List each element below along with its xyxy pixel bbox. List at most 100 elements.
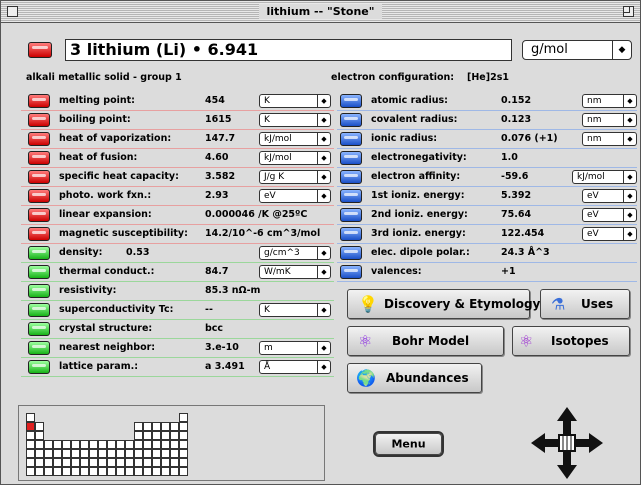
property-icon-3[interactable] bbox=[28, 151, 50, 165]
element-cell[interactable] bbox=[116, 440, 125, 449]
element-cell[interactable] bbox=[53, 467, 62, 476]
element-color-icon[interactable] bbox=[28, 42, 52, 58]
uses-button[interactable]: ⚗ Uses bbox=[540, 289, 630, 319]
element-cell[interactable] bbox=[89, 458, 98, 467]
element-cell[interactable] bbox=[98, 449, 107, 458]
property-icon-r6[interactable] bbox=[340, 208, 362, 222]
element-cell[interactable] bbox=[161, 458, 170, 467]
element-cell[interactable] bbox=[143, 449, 152, 458]
element-cell[interactable] bbox=[125, 449, 134, 458]
element-cell[interactable] bbox=[134, 467, 143, 476]
property-icon-2[interactable] bbox=[28, 132, 50, 146]
element-cell[interactable] bbox=[161, 422, 170, 431]
property-unit-select[interactable]: W/mK ◆ bbox=[259, 265, 331, 279]
element-cell[interactable] bbox=[125, 458, 134, 467]
element-cell[interactable] bbox=[170, 422, 179, 431]
property-icon-11[interactable] bbox=[28, 303, 50, 317]
element-cell[interactable] bbox=[89, 467, 98, 476]
element-cell[interactable] bbox=[161, 449, 170, 458]
property-icon-r9[interactable] bbox=[340, 265, 362, 279]
property-unit-select[interactable]: K ◆ bbox=[259, 94, 331, 108]
element-cell[interactable] bbox=[62, 449, 71, 458]
element-cell[interactable] bbox=[107, 458, 116, 467]
property-unit-select[interactable]: g/cm^3 ◆ bbox=[259, 246, 331, 260]
element-cell[interactable] bbox=[134, 431, 143, 440]
element-cell[interactable] bbox=[152, 467, 161, 476]
property-unit-select[interactable]: eV ◆ bbox=[582, 208, 637, 222]
element-cell[interactable] bbox=[134, 449, 143, 458]
property-icon-7[interactable] bbox=[28, 227, 50, 241]
property-unit-select[interactable]: eV ◆ bbox=[582, 189, 637, 203]
element-cell[interactable] bbox=[62, 440, 71, 449]
element-cell[interactable] bbox=[143, 440, 152, 449]
property-icon-r7[interactable] bbox=[340, 227, 362, 241]
element-cell[interactable] bbox=[161, 431, 170, 440]
isotopes-button[interactable]: ⚛ Isotopes bbox=[512, 326, 630, 356]
element-cell[interactable] bbox=[80, 449, 89, 458]
property-unit-select[interactable]: kJ/mol ◆ bbox=[572, 170, 637, 184]
property-icon-12[interactable] bbox=[28, 322, 50, 336]
element-cell[interactable] bbox=[134, 422, 143, 431]
element-cell[interactable] bbox=[161, 467, 170, 476]
element-cell[interactable] bbox=[170, 440, 179, 449]
element-cell[interactable] bbox=[35, 422, 44, 431]
unit-select[interactable]: g/mol ◆ bbox=[522, 40, 632, 60]
property-unit-select[interactable]: J/g K ◆ bbox=[259, 170, 331, 184]
element-cell[interactable] bbox=[143, 422, 152, 431]
element-cell[interactable] bbox=[170, 449, 179, 458]
element-cell[interactable] bbox=[35, 431, 44, 440]
element-cell[interactable] bbox=[170, 431, 179, 440]
property-icon-0[interactable] bbox=[28, 94, 50, 108]
selected-element-cell[interactable] bbox=[26, 422, 35, 431]
element-cell[interactable] bbox=[179, 440, 188, 449]
element-cell[interactable] bbox=[26, 413, 35, 422]
element-cell[interactable] bbox=[152, 440, 161, 449]
bohr-model-button[interactable]: ⚛ Bohr Model bbox=[347, 326, 504, 356]
element-cell[interactable] bbox=[143, 458, 152, 467]
property-unit-select[interactable]: K ◆ bbox=[259, 113, 331, 127]
close-box-icon[interactable] bbox=[7, 6, 18, 17]
element-cell[interactable] bbox=[71, 449, 80, 458]
element-cell[interactable] bbox=[116, 458, 125, 467]
element-cell[interactable] bbox=[71, 458, 80, 467]
element-cell[interactable] bbox=[179, 458, 188, 467]
element-cell[interactable] bbox=[98, 458, 107, 467]
property-icon-8[interactable] bbox=[28, 246, 50, 260]
element-cell[interactable] bbox=[125, 467, 134, 476]
property-icon-4[interactable] bbox=[28, 170, 50, 184]
menu-button[interactable]: Menu bbox=[375, 433, 442, 455]
element-cell[interactable] bbox=[35, 458, 44, 467]
property-icon-14[interactable] bbox=[28, 360, 50, 374]
element-cell[interactable] bbox=[35, 440, 44, 449]
property-unit-select[interactable]: Å ◆ bbox=[259, 360, 331, 374]
property-icon-5[interactable] bbox=[28, 189, 50, 203]
property-unit-select[interactable]: nm ◆ bbox=[582, 132, 637, 146]
element-cell[interactable] bbox=[179, 449, 188, 458]
element-cell[interactable] bbox=[71, 467, 80, 476]
element-cell[interactable] bbox=[152, 422, 161, 431]
element-cell[interactable] bbox=[107, 467, 116, 476]
element-cell[interactable] bbox=[98, 440, 107, 449]
element-cell[interactable] bbox=[80, 440, 89, 449]
element-cell[interactable] bbox=[107, 440, 116, 449]
element-cell[interactable] bbox=[26, 449, 35, 458]
element-cell[interactable] bbox=[98, 467, 107, 476]
property-unit-select[interactable]: nm ◆ bbox=[582, 94, 637, 108]
element-cell[interactable] bbox=[170, 458, 179, 467]
property-unit-select[interactable]: kJ/mol ◆ bbox=[259, 151, 331, 165]
element-cell[interactable] bbox=[179, 431, 188, 440]
element-cell[interactable] bbox=[71, 440, 80, 449]
element-cell[interactable] bbox=[53, 449, 62, 458]
element-cell[interactable] bbox=[26, 467, 35, 476]
element-cell[interactable] bbox=[116, 449, 125, 458]
property-icon-10[interactable] bbox=[28, 284, 50, 298]
element-cell[interactable] bbox=[62, 458, 71, 467]
property-unit-select[interactable]: K ◆ bbox=[259, 303, 331, 317]
property-icon-13[interactable] bbox=[28, 341, 50, 355]
element-cell[interactable] bbox=[116, 467, 125, 476]
property-icon-r0[interactable] bbox=[340, 94, 362, 108]
element-cell[interactable] bbox=[53, 440, 62, 449]
element-cell[interactable] bbox=[26, 431, 35, 440]
title-bar[interactable]: lithium -- "Stone" bbox=[1, 1, 640, 23]
element-cell[interactable] bbox=[44, 458, 53, 467]
